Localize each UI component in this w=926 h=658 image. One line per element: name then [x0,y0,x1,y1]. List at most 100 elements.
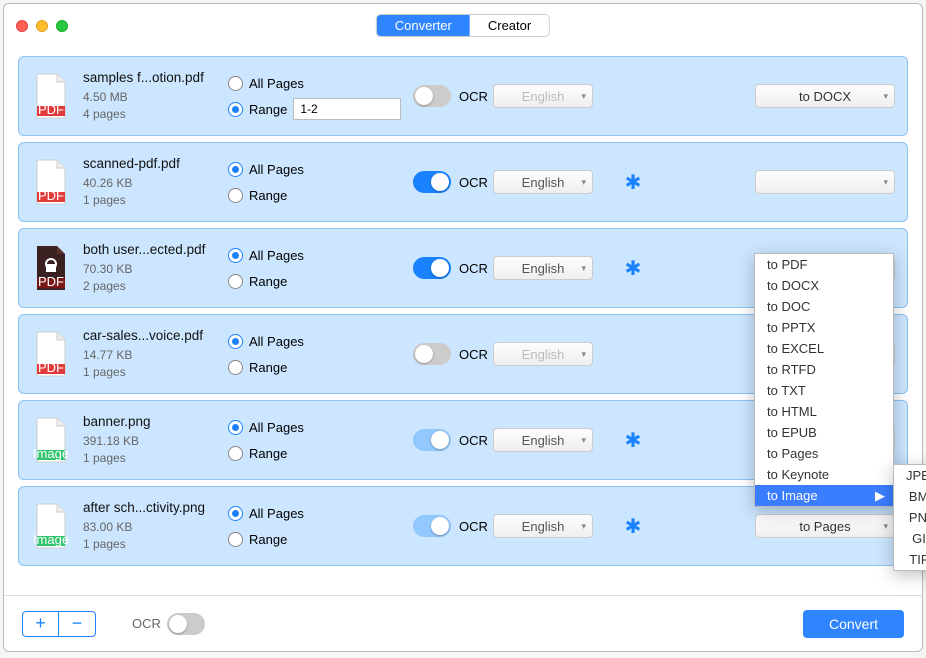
tab-creator[interactable]: Creator [470,15,549,36]
all-pages-label: All Pages [249,420,304,435]
ocr-toggle[interactable] [413,343,451,365]
ocr-toggle[interactable] [413,171,451,193]
all-pages-label: All Pages [249,334,304,349]
language-column: English▾ [493,514,613,538]
dropdown-item[interactable]: to Pages [755,443,893,464]
zoom-icon[interactable] [56,20,68,32]
range-input[interactable] [293,98,401,120]
submenu-item[interactable]: BMP [894,486,926,507]
file-row[interactable]: PDFcar-sales...voice.pdf14.77 KB1 pagesA… [18,314,908,394]
page-selection: All PagesRange [228,70,413,122]
language-select[interactable]: English▾ [493,514,593,538]
language-column: English▾ [493,256,613,280]
file-name: car-sales...voice.pdf [83,328,228,343]
ocr-toggle[interactable] [413,515,451,537]
file-meta: after sch...ctivity.png83.00 KB1 pages [83,500,228,553]
file-pagecount: 4 pages [83,106,228,123]
radio-all-pages[interactable] [228,420,243,435]
language-column: English▾ [493,84,613,108]
submenu-item[interactable]: TIFF [894,549,926,570]
file-size: 391.18 KB [83,433,228,450]
radio-range[interactable] [228,274,243,289]
language-select[interactable]: English▾ [493,84,593,108]
language-select[interactable]: English▾ [493,256,593,280]
file-size: 40.26 KB [83,175,228,192]
dropdown-item[interactable]: to TXT [755,380,893,401]
radio-all-pages[interactable] [228,248,243,263]
format-submenu: JPEGBMPPNGGIFTIFF [893,464,926,571]
file-pagecount: 1 pages [83,450,228,467]
range-label: Range [249,188,287,203]
format-select[interactable]: ▾ [755,170,895,194]
language-select[interactable]: English▾ [493,428,593,452]
remove-button[interactable]: − [59,612,95,636]
file-row[interactable]: PDFsamples f...otion.pdf4.50 MB4 pagesAl… [18,56,908,136]
ocr-label: OCR [459,89,488,104]
dropdown-item[interactable]: to DOCX [755,275,893,296]
page-selection: All Pages Range [228,242,413,294]
radio-all-pages[interactable] [228,334,243,349]
dropdown-item[interactable]: to RTFD [755,359,893,380]
ocr-master-toggle[interactable] [167,613,205,635]
chevron-down-icon: ▾ [581,435,586,446]
add-remove-group: + − [22,611,96,637]
tab-converter[interactable]: Converter [377,15,470,36]
ocr-label: OCR [459,519,488,534]
file-pagecount: 1 pages [83,536,228,553]
language-column: English▾ [493,428,613,452]
file-meta: samples f...otion.pdf4.50 MB4 pages [83,70,228,123]
submenu-item[interactable]: JPEG [894,465,926,486]
add-button[interactable]: + [23,612,59,636]
radio-range[interactable] [228,360,243,375]
file-size: 14.77 KB [83,347,228,364]
ocr-column: OCR [413,515,493,537]
ocr-toggle[interactable] [413,85,451,107]
ocr-column: OCR [413,171,493,193]
ocr-toggle[interactable] [413,429,451,451]
format-select[interactable]: ▾to PDFto DOCXto DOCto PPTXto EXCELto RT… [755,342,895,366]
chevron-down-icon: ▾ [581,91,586,102]
submenu-item[interactable]: GIF [894,528,926,549]
all-pages-label: All Pages [249,76,304,91]
gear-icon[interactable]: ✱ [625,170,642,195]
dropdown-item[interactable]: to HTML [755,401,893,422]
language-select[interactable]: English▾ [493,170,593,194]
dropdown-item[interactable]: to EXCEL [755,338,893,359]
gear-icon[interactable]: ✱ [625,428,642,453]
format-select[interactable]: to Pages▾ [755,514,895,538]
page-selection: All PagesRange [228,328,413,380]
gear-icon[interactable]: ✱ [625,256,642,281]
radio-range[interactable] [228,532,243,547]
convert-button[interactable]: Convert [803,610,904,638]
minimize-icon[interactable] [36,20,48,32]
svg-text:Image: Image [33,446,69,461]
radio-range[interactable] [228,188,243,203]
dropdown-item[interactable]: to EPUB [755,422,893,443]
dropdown-item[interactable]: to Keynote [755,464,893,485]
file-type-icon: PDF [31,158,71,206]
dropdown-item[interactable]: to PDF [755,254,893,275]
dropdown-item[interactable]: to PPTX [755,317,893,338]
dropdown-item[interactable]: to Image▶ [755,485,893,506]
radio-all-pages[interactable] [228,162,243,177]
file-row[interactable]: PDFscanned-pdf.pdf40.26 KB1 pagesAll Pag… [18,142,908,222]
chevron-down-icon: ▾ [581,521,586,532]
gear-icon[interactable]: ✱ [625,514,642,539]
submenu-item[interactable]: PNG [894,507,926,528]
radio-range[interactable] [228,102,243,117]
file-pagecount: 1 pages [83,364,228,381]
close-icon[interactable] [16,20,28,32]
format-select[interactable]: to DOCX▾ [755,84,895,108]
language-select[interactable]: English▾ [493,342,593,366]
all-pages-label: All Pages [249,248,304,263]
mode-tabs: Converter Creator [376,14,550,37]
chevron-down-icon: ▾ [883,177,888,188]
chevron-down-icon: ▾ [883,521,888,532]
ocr-toggle[interactable] [413,257,451,279]
radio-all-pages[interactable] [228,506,243,521]
radio-all-pages[interactable] [228,76,243,91]
range-label: Range [249,274,287,289]
ocr-column: OCR [413,257,493,279]
radio-range[interactable] [228,446,243,461]
dropdown-item[interactable]: to DOC [755,296,893,317]
